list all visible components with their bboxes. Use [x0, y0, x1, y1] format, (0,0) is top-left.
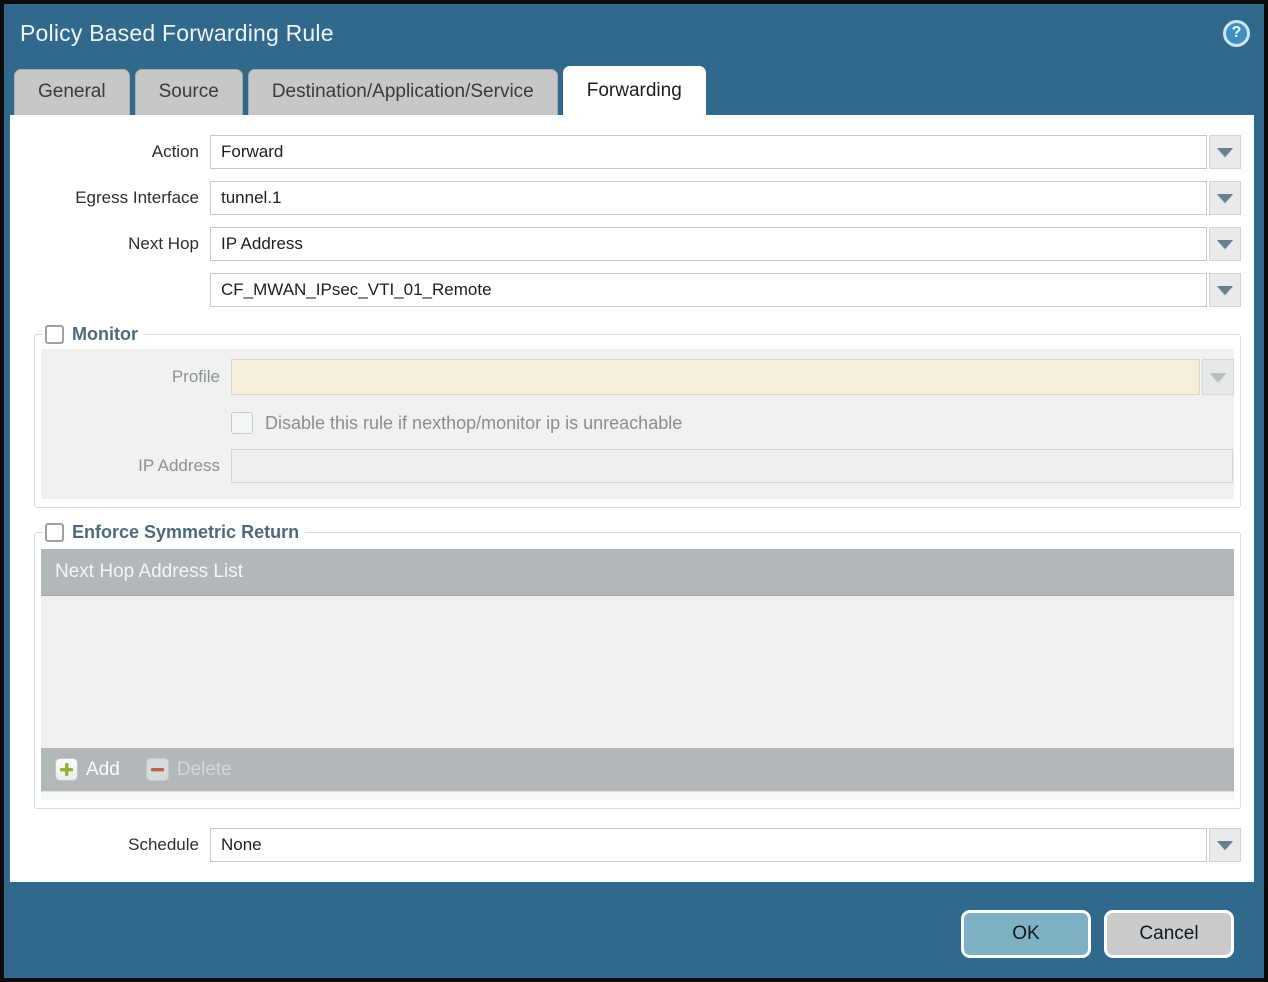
monitor-legend: Monitor — [43, 324, 144, 345]
tab-forwarding[interactable]: Forwarding — [562, 66, 706, 115]
enforce-symmetric-return-legend-text: Enforce Symmetric Return — [72, 522, 300, 542]
next-hop-value[interactable]: IP Address — [210, 227, 1207, 261]
monitor-panel: Profile Disable this rule if nexthop/mon… — [41, 349, 1234, 499]
chevron-down-icon — [1217, 285, 1233, 295]
dialog-titlebar: Policy Based Forwarding Rule ? — [4, 4, 1264, 62]
action-row: Action Forward — [10, 135, 1241, 169]
tab-content-forwarding: Action Forward Egress Interface tunnel.1… — [10, 115, 1254, 882]
tab-source[interactable]: Source — [134, 69, 243, 115]
tab-general[interactable]: General — [14, 69, 130, 115]
next-hop-address-list-body[interactable] — [41, 596, 1234, 748]
table-scrollbar-track[interactable] — [41, 791, 1234, 800]
add-button-label: Add — [86, 758, 120, 780]
enforce-symmetric-return-legend: Enforce Symmetric Return — [43, 522, 305, 543]
schedule-dropdown: None — [210, 828, 1241, 862]
next-hop-row: Next Hop IP Address — [10, 227, 1241, 261]
action-dropdown-button[interactable] — [1209, 135, 1241, 169]
next-hop-dropdown: IP Address — [210, 227, 1241, 261]
chevron-down-icon — [1210, 372, 1226, 382]
delete-button-label: Delete — [176, 758, 232, 780]
next-hop-address-list-table: Next Hop Address List Add Delete — [41, 549, 1234, 800]
tab-bar: General Source Destination/Application/S… — [4, 62, 1264, 115]
monitor-profile-value — [231, 359, 1200, 395]
next-hop-dropdown-button[interactable] — [1209, 227, 1241, 261]
action-value[interactable]: Forward — [210, 135, 1207, 169]
egress-interface-row: Egress Interface tunnel.1 — [10, 181, 1241, 215]
schedule-dropdown-button[interactable] — [1209, 828, 1241, 862]
chevron-down-icon — [1217, 840, 1233, 850]
next-hop-label: Next Hop — [128, 234, 199, 253]
monitor-legend-text: Monitor — [72, 324, 138, 344]
monitor-profile-label: Profile — [171, 367, 220, 386]
monitor-group: Monitor Profile Disable this rule if nex… — [34, 324, 1241, 508]
next-hop-address-list-header: Next Hop Address List — [41, 549, 1234, 596]
policy-based-forwarding-dialog: Policy Based Forwarding Rule ? General S… — [0, 0, 1268, 982]
chevron-down-icon — [1217, 239, 1233, 249]
ok-button[interactable]: OK — [961, 910, 1091, 958]
dialog-footer: OK Cancel — [4, 882, 1264, 958]
monitor-ip-address-row: IP Address — [41, 449, 1234, 483]
monitor-checkbox[interactable] — [45, 325, 64, 344]
delete-button: Delete — [145, 758, 232, 781]
schedule-row: Schedule None — [10, 828, 1241, 862]
enforce-symmetric-return-checkbox[interactable] — [45, 523, 64, 542]
monitor-profile-row: Profile — [41, 359, 1234, 395]
enforce-symmetric-return-group: Enforce Symmetric Return Next Hop Addres… — [34, 522, 1241, 809]
egress-interface-dropdown: tunnel.1 — [210, 181, 1241, 215]
chevron-down-icon — [1217, 193, 1233, 203]
plus-icon — [55, 758, 78, 781]
disable-rule-checkbox — [231, 412, 253, 434]
chevron-down-icon — [1217, 147, 1233, 157]
monitor-ip-address-label: IP Address — [138, 456, 220, 475]
action-label: Action — [151, 142, 199, 161]
monitor-profile-dropdown — [231, 359, 1234, 395]
minus-icon — [145, 758, 169, 781]
cancel-button[interactable]: Cancel — [1104, 910, 1234, 958]
disable-rule-label: Disable this rule if nexthop/monitor ip … — [265, 412, 683, 433]
monitor-ip-address-input — [231, 449, 1233, 483]
egress-interface-value[interactable]: tunnel.1 — [210, 181, 1207, 215]
schedule-label: Schedule — [128, 835, 199, 854]
action-dropdown: Forward — [210, 135, 1241, 169]
tab-destination-application-service[interactable]: Destination/Application/Service — [247, 69, 558, 115]
next-hop-address-row: CF_MWAN_IPsec_VTI_01_Remote — [10, 273, 1241, 307]
next-hop-address-list-toolbar: Add Delete — [41, 748, 1234, 791]
next-hop-address-dropdown: CF_MWAN_IPsec_VTI_01_Remote — [210, 273, 1241, 307]
dialog-title: Policy Based Forwarding Rule — [20, 19, 334, 46]
next-hop-address-dropdown-button[interactable] — [1209, 273, 1241, 307]
monitor-disable-rule-row: Disable this rule if nexthop/monitor ip … — [231, 412, 1234, 434]
next-hop-address-value[interactable]: CF_MWAN_IPsec_VTI_01_Remote — [210, 273, 1207, 307]
schedule-value[interactable]: None — [210, 828, 1207, 862]
egress-interface-label: Egress Interface — [75, 188, 199, 207]
monitor-profile-dropdown-button — [1202, 359, 1234, 395]
egress-interface-dropdown-button[interactable] — [1209, 181, 1241, 215]
add-button[interactable]: Add — [55, 758, 120, 781]
help-icon[interactable]: ? — [1223, 19, 1250, 47]
